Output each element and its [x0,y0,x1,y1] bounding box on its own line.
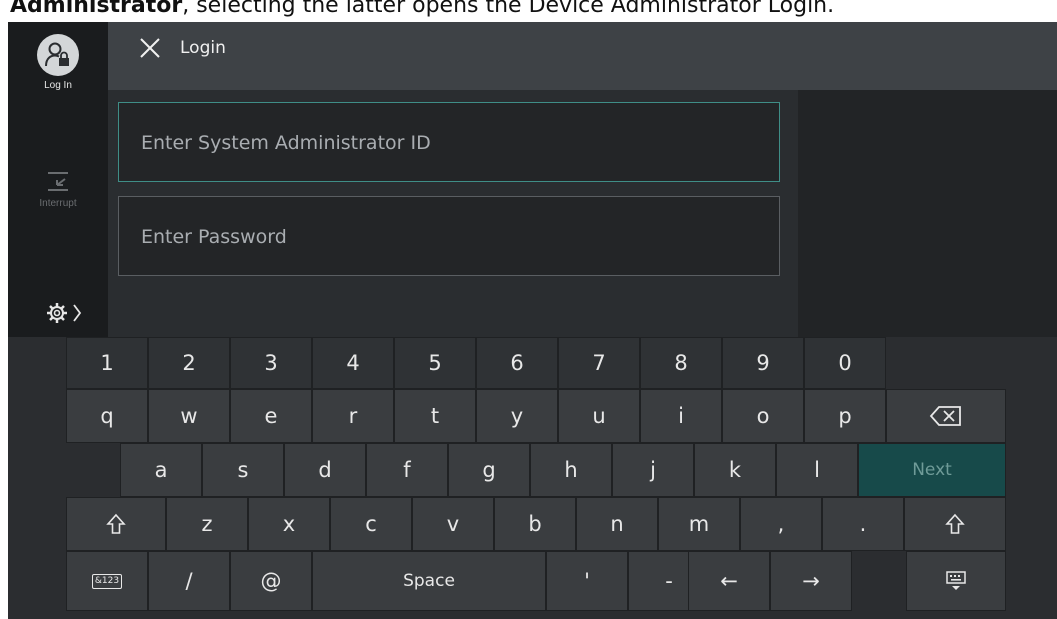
left-arrow-key[interactable]: ← [688,551,770,611]
key-0[interactable]: 0 [804,337,886,389]
shift-icon [106,513,126,534]
key-m[interactable]: m [658,497,740,551]
key-a[interactable]: a [120,443,202,497]
key-4[interactable]: 4 [312,337,394,389]
login-label: Log In [44,80,72,91]
close-icon[interactable] [138,36,162,60]
key-y[interactable]: y [476,389,558,443]
key-b[interactable]: b [494,497,576,551]
caption-bold: Administrator [10,0,183,18]
key-k[interactable]: k [694,443,776,497]
key-7[interactable]: 7 [558,337,640,389]
key-slash[interactable]: / [148,551,230,611]
chevron-right-icon [73,304,82,322]
hide-keyboard-icon [946,571,966,590]
right-panel [798,90,1057,337]
interrupt-label: Interrupt [39,198,77,209]
device-panel: Log In Interrupt Login Enter System Admi… [8,22,1057,619]
key-2[interactable]: 2 [148,337,230,389]
password-field[interactable]: Enter Password [118,196,780,276]
symbols-mode-label: &123 [91,573,123,589]
key-t[interactable]: t [394,389,476,443]
interrupt-button[interactable]: Interrupt [8,170,108,209]
key-9[interactable]: 9 [722,337,804,389]
header-bar: Login [108,22,1057,90]
key-z[interactable]: z [166,497,248,551]
key-3[interactable]: 3 [230,337,312,389]
key-n[interactable]: n [576,497,658,551]
key-w[interactable]: w [148,389,230,443]
instruction-caption: Administrator, selecting the latter open… [10,0,1050,22]
device-settings-button[interactable] [46,300,82,326]
key-8[interactable]: 8 [640,337,722,389]
key-v[interactable]: v [412,497,494,551]
key-1[interactable]: 1 [66,337,148,389]
key-l[interactable]: l [776,443,858,497]
symbols-mode-key[interactable]: &123 [66,551,148,611]
key-apostrophe[interactable]: ' [546,551,628,611]
hide-keyboard-key[interactable] [906,551,1006,611]
shift-icon [945,513,965,534]
key-i[interactable]: i [640,389,722,443]
shift-key-left[interactable] [66,497,166,551]
key-s[interactable]: s [202,443,284,497]
key-o[interactable]: o [722,389,804,443]
login-form: Enter System Administrator ID Enter Pass… [108,90,798,337]
interrupt-icon [48,172,68,191]
key-6[interactable]: 6 [476,337,558,389]
key-e[interactable]: e [230,389,312,443]
key-u[interactable]: u [558,389,640,443]
backspace-icon [929,406,961,426]
key-comma[interactable]: , [740,497,822,551]
key-at[interactable]: @ [230,551,312,611]
key-j[interactable]: j [612,443,694,497]
key-d[interactable]: d [284,443,366,497]
shift-key-right[interactable] [904,497,1006,551]
next-key[interactable]: Next [858,443,1006,497]
page-title: Login [180,38,226,58]
key-c[interactable]: c [330,497,412,551]
admin-id-field[interactable]: Enter System Administrator ID [118,102,780,182]
sidebar: Log In Interrupt [8,22,108,337]
login-button[interactable]: Log In [8,34,108,91]
gear-icon [47,303,67,323]
key-h[interactable]: h [530,443,612,497]
key-period[interactable]: . [822,497,904,551]
backspace-key[interactable] [886,389,1006,443]
key-f[interactable]: f [366,443,448,497]
caption-text: , selecting the latter opens the Device … [182,0,835,18]
key-r[interactable]: r [312,389,394,443]
key-g[interactable]: g [448,443,530,497]
space-key[interactable]: Space [312,551,546,611]
on-screen-keyboard: 1 2 3 4 5 6 7 8 9 0 q w e r t y u i o p … [8,337,1057,619]
key-q[interactable]: q [66,389,148,443]
user-lock-icon [37,34,79,76]
right-arrow-key[interactable]: → [770,551,852,611]
key-5[interactable]: 5 [394,337,476,389]
key-x[interactable]: x [248,497,330,551]
key-p[interactable]: p [804,389,886,443]
